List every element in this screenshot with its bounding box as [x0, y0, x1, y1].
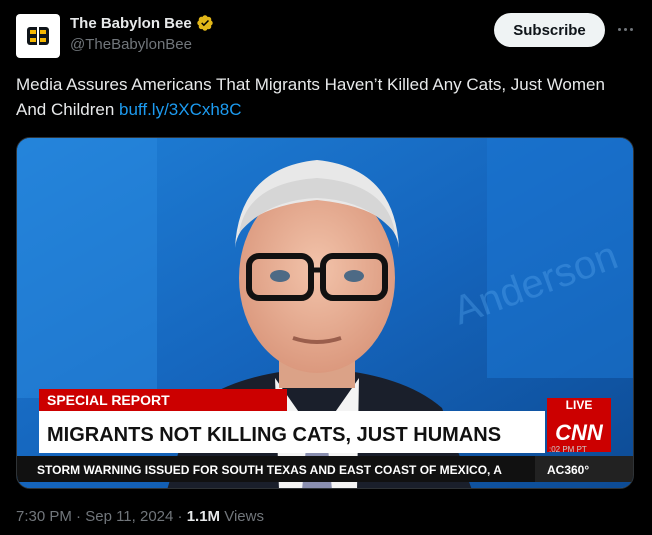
- separator: ·: [76, 508, 82, 525]
- account-handle[interactable]: @TheBabylonBee: [70, 36, 192, 53]
- post-footer: 7:30 PM · Sep 11, 2024 · 1.1M Views: [16, 508, 264, 525]
- post-media[interactable]: Anderson SPECIAL REPORT MIGRANTS NOT KIL…: [16, 137, 634, 489]
- views-label: Views: [224, 508, 264, 525]
- more-dots-icon[interactable]: [614, 18, 636, 40]
- news-ticker: STORM WARNING ISSUED FOR SOUTH TEXAS AND…: [37, 463, 502, 477]
- subscribe-button[interactable]: Subscribe: [494, 13, 605, 47]
- views-count: 1.1M: [186, 508, 221, 525]
- verified-badge-icon: [197, 15, 213, 31]
- post-text: Media Assures Americans That Migrants Ha…: [16, 72, 626, 122]
- live-label: LIVE: [566, 398, 593, 412]
- post-link[interactable]: buff.ly/3XCxh8C: [119, 100, 242, 119]
- show-name: AC360°: [547, 463, 589, 477]
- separator: ·: [177, 508, 183, 525]
- broadcast-clock: :02 PM PT: [549, 445, 587, 454]
- chyron-headline: MIGRANTS NOT KILLING CATS, JUST HUMANS: [47, 424, 501, 446]
- post-time[interactable]: 7:30 PM: [16, 508, 72, 525]
- special-report-label: SPECIAL REPORT: [47, 392, 170, 408]
- studio-panel: [17, 138, 157, 398]
- post-date[interactable]: Sep 11, 2024: [85, 508, 173, 525]
- babylon-bee-logo-icon[interactable]: [16, 14, 60, 58]
- post-header: The Babylon Bee @TheBabylonBee Subscribe: [16, 12, 636, 60]
- cnn-logo: CNN: [555, 420, 604, 445]
- display-name[interactable]: The Babylon Bee: [70, 15, 192, 32]
- post-body: Media Assures Americans That Migrants Ha…: [16, 75, 605, 119]
